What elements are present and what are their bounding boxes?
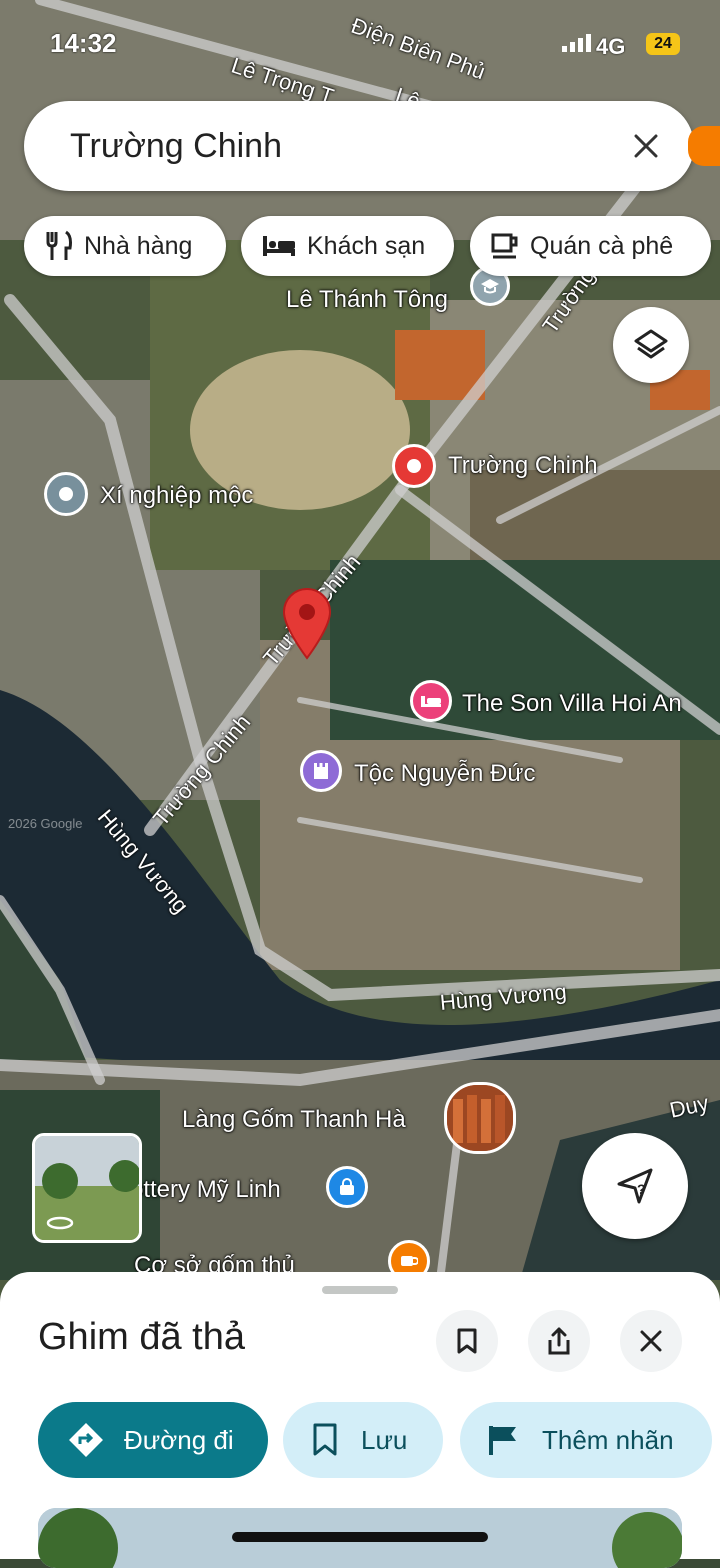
navigation-icon: ? [617, 1168, 653, 1204]
chip-label: Khách sạn [307, 231, 426, 260]
hotel-pin-icon[interactable] [410, 680, 452, 722]
place-pin-icon[interactable] [392, 444, 436, 488]
directions-button[interactable]: Đường đi [38, 1402, 268, 1478]
close-icon[interactable] [616, 116, 676, 176]
search-bar[interactable]: Trường Chinh [24, 101, 694, 191]
save-button[interactable]: Lưu [283, 1402, 443, 1478]
temple-pin-icon[interactable] [300, 750, 342, 792]
place-label-toc-nguyen-duc[interactable]: Tộc Nguyễn Đức [354, 760, 535, 788]
network-type: 4G [596, 34, 626, 59]
chip-coffee[interactable]: Quán cà phê [470, 216, 711, 276]
street-view-thumbnail[interactable] [32, 1133, 142, 1243]
directions-location-button[interactable]: ? [582, 1133, 688, 1239]
layers-button[interactable] [613, 307, 689, 383]
chip-restaurants[interactable]: Nhà hàng [24, 216, 226, 276]
search-query[interactable]: Trường Chinh [70, 127, 616, 166]
close-sheet-button[interactable] [620, 1310, 682, 1372]
chip-label: Nhà hàng [84, 231, 193, 260]
chip-hotels[interactable]: Khách sạn [241, 216, 454, 276]
account-avatar[interactable] [688, 126, 720, 166]
place-label-lang-gom[interactable]: Làng Gốm Thanh Hà [182, 1106, 406, 1134]
place-label-son-villa[interactable]: The Son Villa Hoi An [462, 690, 682, 718]
place-label-xi-nghiep-moc[interactable]: Xí nghiệp mộc [100, 482, 253, 510]
directions-label: Đường đi [124, 1424, 234, 1455]
add-label-button[interactable]: Thêm nhãn [460, 1402, 712, 1478]
place-label-pottery[interactable]: ottery Mỹ Linh [130, 1176, 281, 1204]
directions-icon [69, 1423, 103, 1457]
layers-icon [634, 329, 668, 359]
place-label-truong-chinh[interactable]: Trường Chinh [448, 452, 598, 480]
drag-handle[interactable] [322, 1286, 398, 1294]
sheet-title: Ghim đã thả [38, 1316, 245, 1358]
add-label-label: Thêm nhãn [542, 1424, 674, 1455]
chip-label: Quán cà phê [530, 231, 674, 260]
flag-icon [489, 1426, 516, 1455]
svg-text:?: ? [637, 1181, 646, 1197]
bookmark-button[interactable] [436, 1310, 498, 1372]
rotate-360-icon [46, 1216, 74, 1230]
share-icon [548, 1327, 570, 1355]
share-button[interactable] [528, 1310, 590, 1372]
bookmark-icon [313, 1423, 337, 1456]
hotel-icon [263, 236, 295, 256]
dropped-pin-icon[interactable] [282, 588, 332, 660]
restaurant-icon [46, 230, 72, 260]
bookmark-icon [457, 1328, 477, 1354]
shop-pin-icon[interactable] [326, 1166, 368, 1208]
place-label-le-thanh-tong[interactable]: Lê Thánh Tông [286, 286, 448, 314]
place-photo-thumbnail[interactable] [444, 1082, 516, 1154]
battery-level: 24 [654, 35, 672, 52]
coffee-icon [491, 233, 518, 259]
bottom-sheet[interactable]: Ghim đã thả Đường đi Lưu Thêm nhãn [0, 1272, 720, 1568]
map-watermark: 2026 Google [8, 816, 83, 831]
home-indicator [232, 1532, 488, 1542]
save-label: Lưu [361, 1424, 408, 1455]
place-pin-icon[interactable] [44, 472, 88, 516]
battery-icon: 24 [646, 33, 680, 55]
close-icon [640, 1330, 662, 1352]
status-time: 14:32 [50, 28, 117, 58]
signal-icon [562, 34, 591, 52]
